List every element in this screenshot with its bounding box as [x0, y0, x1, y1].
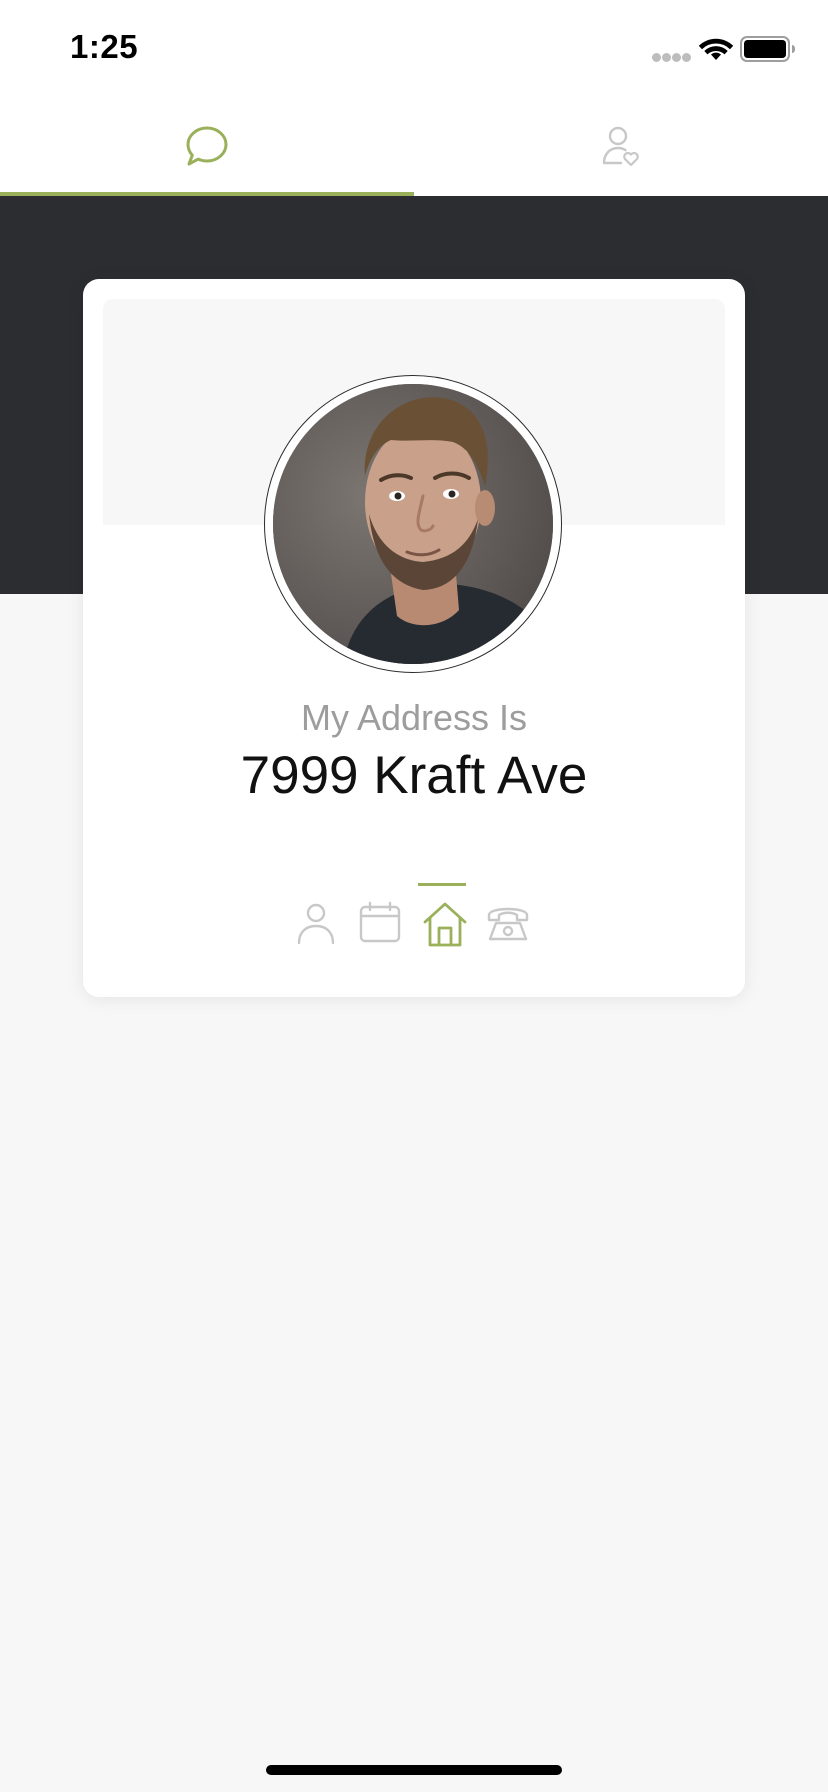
- chat-bubble-icon: [186, 126, 228, 166]
- wifi-icon: [698, 38, 734, 60]
- home-indicator[interactable]: [266, 1765, 562, 1775]
- address-value: 7999 Kraft Ave: [240, 746, 588, 805]
- user-heart-icon: [602, 126, 639, 167]
- home-icon: [423, 902, 467, 947]
- address-label: My Address Is: [300, 697, 528, 738]
- tab-profile[interactable]: [414, 96, 828, 196]
- cellular-signal-icon: [652, 53, 692, 63]
- info-tab-birthday[interactable]: [354, 883, 406, 953]
- status-time: 1:25: [70, 28, 139, 65]
- person-icon: [297, 903, 335, 945]
- info-tab-address[interactable]: [418, 883, 470, 953]
- avatar[interactable]: [273, 384, 553, 664]
- profile-card: My Address Is 7999 Kraft Ave: [83, 279, 745, 997]
- calendar-icon: [359, 901, 401, 943]
- info-tab-phone[interactable]: [482, 883, 534, 953]
- info-tabs: [290, 883, 538, 953]
- status-bar: 1:25: [0, 0, 828, 96]
- tab-chat[interactable]: [0, 96, 414, 196]
- battery-icon: [740, 36, 795, 62]
- info-tab-name[interactable]: [290, 883, 342, 953]
- telephone-icon: [487, 907, 529, 941]
- top-tab-bar: [0, 96, 828, 196]
